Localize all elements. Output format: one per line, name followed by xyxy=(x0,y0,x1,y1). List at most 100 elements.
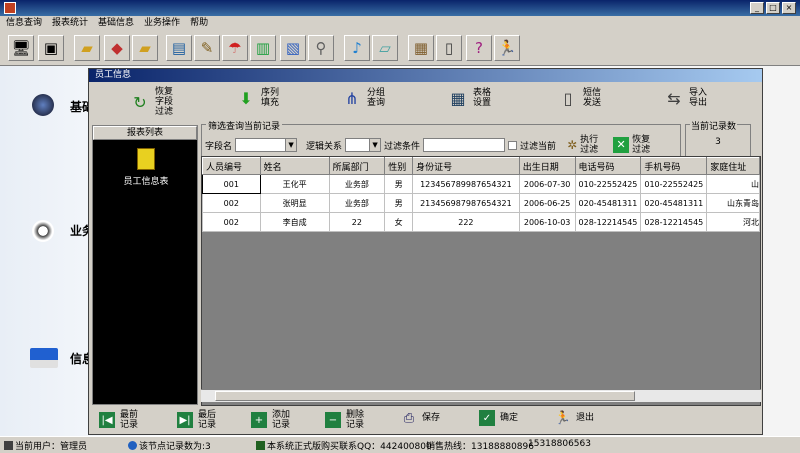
sequence-fill-button[interactable]: ⬇ 序列填充 xyxy=(235,87,287,109)
table-cell[interactable]: 女 xyxy=(384,212,414,232)
first-record-icon: |◀ xyxy=(99,412,115,428)
first-record-button[interactable]: |◀ 最前记录 xyxy=(99,410,144,430)
condition-input[interactable] xyxy=(423,138,506,152)
close-button[interactable]: × xyxy=(782,2,796,14)
table-cell[interactable]: 张明显 xyxy=(259,193,330,213)
pda-icon[interactable]: ▯ xyxy=(436,35,462,61)
folder-icon[interactable]: ▰ xyxy=(74,35,100,61)
info-icon xyxy=(128,441,137,450)
horizontal-scrollbar[interactable] xyxy=(201,389,761,402)
table-cell[interactable]: 业务部 xyxy=(328,193,386,213)
status-records: 该节点记录数为:3 xyxy=(128,439,211,452)
table-row[interactable]: 002 李自成 22 女 222 2006-10-03 028-12214545… xyxy=(202,212,760,232)
execute-filter-button[interactable]: 执行过滤 xyxy=(580,135,604,155)
bell-icon[interactable]: ♪ xyxy=(344,35,370,61)
column-header[interactable]: 手机号码 xyxy=(640,157,708,175)
note-edit-icon[interactable]: ✎ xyxy=(194,35,220,61)
table-cell[interactable]: 222 xyxy=(412,212,520,232)
report-item-employee[interactable]: 员工信息表 xyxy=(111,148,181,187)
add-record-button[interactable]: + 添加记录 xyxy=(251,410,296,430)
notepad-icon[interactable]: ▱ xyxy=(372,35,398,61)
table-cell[interactable]: 213456987987654321 xyxy=(412,193,520,213)
column-header[interactable]: 身份证号 xyxy=(412,157,520,175)
table-cell[interactable]: 010-22552425 xyxy=(640,174,708,194)
sms-send-button[interactable]: ▯ 短信发送 xyxy=(557,87,609,109)
status-hotline: 销售热线：13188880896 xyxy=(426,442,534,452)
menu-reports[interactable]: 报表统计 xyxy=(52,16,88,30)
menu-business[interactable]: 业务操作 xyxy=(144,16,180,30)
table-cell[interactable]: 028-12214545 xyxy=(640,212,708,232)
table-cell[interactable]: 020-45481311 xyxy=(574,193,642,213)
table-cell[interactable]: 020-45481311 xyxy=(640,193,708,213)
employee-grid[interactable]: 人员编号 姓名 所属部门 性别 身份证号 出生日期 电话号码 手机号码 家庭住址… xyxy=(201,156,761,406)
table-cell[interactable]: 男 xyxy=(384,193,414,213)
status-user: 当前用户：管理员 xyxy=(4,439,87,452)
table-settings-button[interactable]: ▦ 表格设置 xyxy=(447,87,499,109)
filter-current-checkbox[interactable] xyxy=(508,140,518,150)
column-header[interactable]: 所属部门 xyxy=(328,157,386,175)
book-icon[interactable]: ▥ xyxy=(250,35,276,61)
running-man-icon[interactable]: 🏃 xyxy=(494,35,520,61)
column-header[interactable]: 电话号码 xyxy=(574,157,642,175)
monitor-icon[interactable]: ▣ xyxy=(38,35,64,61)
column-header[interactable]: 人员编号 xyxy=(202,157,261,175)
table-cell[interactable]: 业务部 xyxy=(328,174,386,194)
grid-icon xyxy=(256,441,265,450)
globe-icon[interactable] xyxy=(32,94,54,116)
column-header[interactable]: 出生日期 xyxy=(518,157,576,175)
record-count-label: 当前记录数 xyxy=(690,119,738,132)
menu-query[interactable]: 信息查询 xyxy=(6,16,42,30)
delete-record-button[interactable]: − 删除记录 xyxy=(325,410,370,430)
group-query-button[interactable]: ⋔ 分组查询 xyxy=(341,87,393,109)
table-cell[interactable]: 001 xyxy=(202,174,261,194)
table-cell[interactable]: 002 xyxy=(202,212,261,232)
table-cell[interactable]: 002 xyxy=(202,193,261,213)
scrollbar-thumb[interactable] xyxy=(215,391,635,401)
table-cell[interactable]: 2006-10-03 xyxy=(518,212,576,232)
logic-select[interactable]: ▼ xyxy=(345,138,382,152)
table-cell[interactable]: 男 xyxy=(384,174,414,194)
help-book-icon[interactable]: ? xyxy=(466,35,492,61)
restore-field-filter-button[interactable]: ↻ 恢复字段过滤 xyxy=(129,87,181,117)
menu-bar: 信息查询 报表统计 基础信息 业务操作 帮助 xyxy=(0,16,800,30)
column-header[interactable]: 姓名 xyxy=(259,157,330,175)
minimize-button[interactable]: _ xyxy=(750,2,764,14)
exit-button[interactable]: 🏃 退出 xyxy=(555,410,594,426)
maximize-button[interactable]: □ xyxy=(766,2,780,14)
table-cell[interactable]: 22 xyxy=(328,212,386,232)
window-icon[interactable] xyxy=(30,348,58,368)
table-row[interactable]: 002 张明显 业务部 男 213456987987654321 2006-06… xyxy=(202,193,760,213)
menu-help[interactable]: 帮助 xyxy=(190,16,208,30)
folder-icon[interactable]: ▰ xyxy=(132,35,158,61)
table-cell[interactable]: 2006-06-25 xyxy=(518,193,576,213)
table-cell[interactable]: 2006-07-30 xyxy=(518,174,576,194)
table-row[interactable]: 001 王化平 业务部 男 123456789987654321 2006-07… xyxy=(202,174,760,194)
biohazard-icon[interactable] xyxy=(32,220,54,242)
table-cell[interactable]: 028-12214545 xyxy=(574,212,642,232)
umbrella-icon[interactable]: ☂ xyxy=(222,35,248,61)
computer-icon[interactable]: 🖥 xyxy=(8,35,34,61)
table-cell[interactable]: 山 xyxy=(706,174,760,194)
confirm-button[interactable]: ✓ 确定 xyxy=(479,410,518,426)
report-list-header: 报表列表 xyxy=(93,126,197,140)
table-cell[interactable]: 王化平 xyxy=(259,174,330,194)
notebook-icon[interactable]: ▤ xyxy=(166,35,192,61)
search-doc-icon[interactable]: ▧ xyxy=(280,35,306,61)
restore-filter-button[interactable]: 恢复过滤 xyxy=(632,135,656,155)
column-header[interactable]: 家庭住址 xyxy=(706,157,760,175)
table-cell[interactable]: 山东青岛 xyxy=(706,193,760,213)
menu-basic-info[interactable]: 基础信息 xyxy=(98,16,134,30)
table-cell[interactable]: 李自成 xyxy=(259,212,330,232)
column-header[interactable]: 性别 xyxy=(384,157,414,175)
save-button[interactable]: ⎙ 保存 xyxy=(401,410,440,426)
table-cell[interactable]: 河北 xyxy=(706,212,760,232)
dialog-toolbar: ↻ 恢复字段过滤 ⬇ 序列填充 ⋔ 分组查询 ▦ 表格设置 ▯ 短信发送 ⇆ 导… xyxy=(89,83,762,119)
table-cell[interactable]: 123456789987654321 xyxy=(412,174,520,194)
magnifier-icon[interactable]: ⚲ xyxy=(308,35,334,61)
field-name-select[interactable]: ▼ xyxy=(235,138,298,152)
last-record-button[interactable]: ▶| 最后记录 xyxy=(177,410,222,430)
import-export-button[interactable]: ⇆ 导入导出 xyxy=(663,87,715,109)
colors-icon[interactable]: ◆ xyxy=(104,35,130,61)
table-cell[interactable]: 010-22552425 xyxy=(574,174,642,194)
picture-icon[interactable]: ▦ xyxy=(408,35,434,61)
